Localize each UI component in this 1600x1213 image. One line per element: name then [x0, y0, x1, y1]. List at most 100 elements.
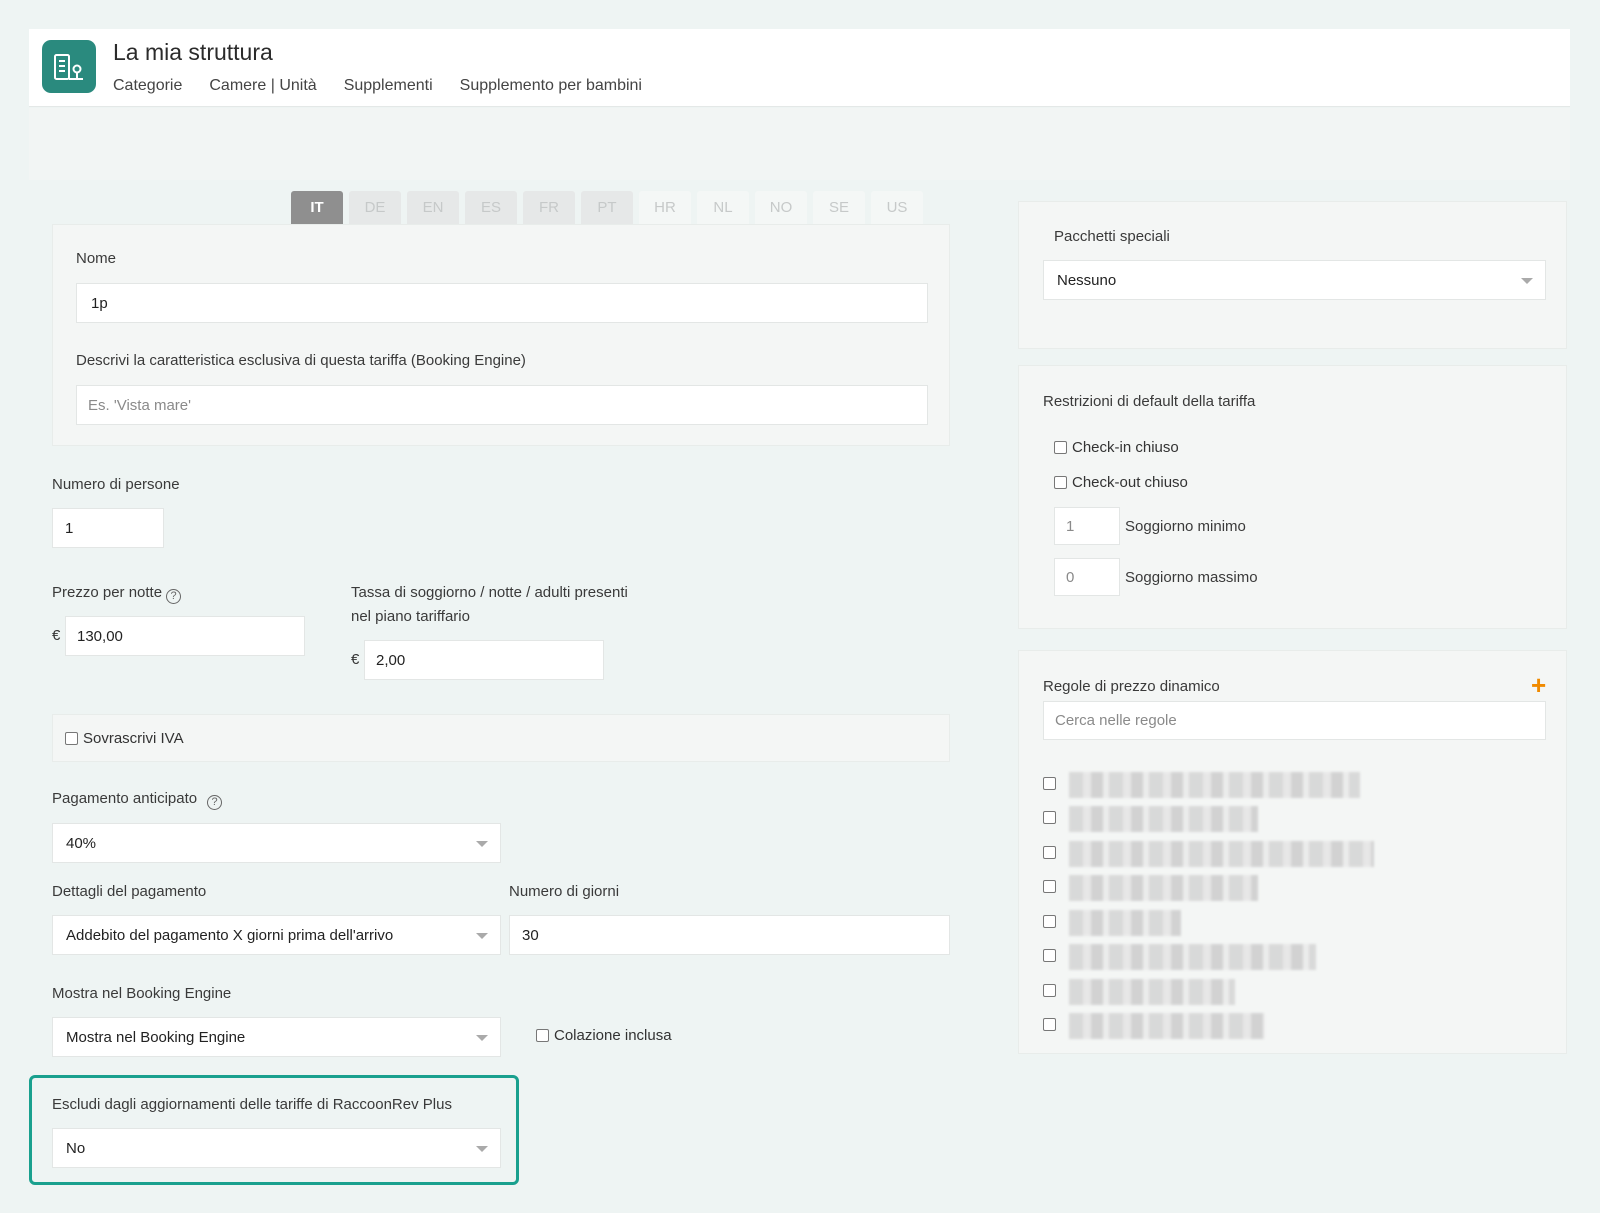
- giorni-input[interactable]: 30: [509, 915, 950, 955]
- regola-checkbox[interactable]: [1043, 949, 1056, 962]
- nav-camere-unita[interactable]: Camere | Unità: [209, 77, 316, 95]
- escludi-select[interactable]: No: [52, 1128, 501, 1168]
- tab-lang-es[interactable]: ES: [465, 191, 517, 224]
- regola-checkbox[interactable]: [1043, 915, 1056, 928]
- prezzo-label-wrap: Prezzo per notte?: [52, 584, 182, 604]
- tab-lang-us[interactable]: US: [871, 191, 923, 224]
- anticipo-select[interactable]: 40%: [52, 823, 501, 863]
- nav-categorie[interactable]: Categorie: [113, 77, 182, 95]
- language-tabs: IT DE EN ES FR PT HR NL NO SE US: [291, 191, 923, 224]
- mostra-label: Mostra nel Booking Engine: [52, 985, 232, 1002]
- tab-lang-se[interactable]: SE: [813, 191, 865, 224]
- escludi-value: No: [66, 1139, 86, 1157]
- nav-supplementi[interactable]: Supplementi: [344, 77, 433, 95]
- regola-checkbox[interactable]: [1043, 880, 1056, 893]
- translations-panel: Nome 1p Descrivi la caratteristica esclu…: [52, 224, 950, 446]
- escludi-label: Escludi dagli aggiornamenti delle tariff…: [52, 1096, 452, 1113]
- sub-toolbar: [29, 108, 1570, 180]
- tab-lang-pt[interactable]: PT: [581, 191, 633, 224]
- tassa-input[interactable]: 2,00: [364, 640, 604, 680]
- tab-lang-hr[interactable]: HR: [639, 191, 691, 224]
- restrizioni-panel: Restrizioni di default della tariffa Che…: [1018, 365, 1567, 629]
- tassa-label-1: Tassa di soggiorno / notte / adulti pres…: [351, 584, 628, 601]
- regola-checkbox[interactable]: [1043, 984, 1056, 997]
- page-header: La mia struttura Categorie Camere | Unit…: [29, 29, 1570, 107]
- soggiorno-max-label: Soggiorno massimo: [1125, 569, 1258, 586]
- chevron-down-icon: [476, 841, 488, 847]
- pacchetti-select[interactable]: Nessuno: [1043, 260, 1546, 300]
- building-icon: [42, 40, 96, 93]
- tab-lang-nl[interactable]: NL: [697, 191, 749, 224]
- anticipo-label: Pagamento anticipato: [52, 790, 198, 807]
- redacted-rule: [1069, 841, 1374, 867]
- tassa-label-2: nel piano tariffario: [351, 608, 470, 625]
- checkin-row: Check-in chiuso: [1054, 439, 1179, 456]
- tab-lang-it[interactable]: IT: [291, 191, 343, 224]
- colazione-checkbox[interactable]: [536, 1029, 549, 1042]
- checkout-checkbox[interactable]: [1054, 476, 1067, 489]
- tassa-currency: €: [351, 651, 360, 668]
- redacted-rule: [1069, 1013, 1265, 1039]
- pacchetti-label: Pacchetti speciali: [1054, 228, 1170, 245]
- redacted-rule: [1069, 910, 1181, 936]
- regole-panel: Regole di prezzo dinamico Cerca nelle re…: [1018, 650, 1567, 1054]
- regole-search-input[interactable]: Cerca nelle regole: [1043, 701, 1546, 740]
- tab-lang-en[interactable]: EN: [407, 191, 459, 224]
- tab-lang-no[interactable]: NO: [755, 191, 807, 224]
- iva-panel: Sovrascrivi IVA: [52, 714, 950, 762]
- pacchetti-panel: Pacchetti speciali Nessuno: [1018, 201, 1567, 349]
- iva-label: Sovrascrivi IVA: [83, 730, 184, 747]
- dettagli-label: Dettagli del pagamento: [52, 883, 207, 900]
- page-title: La mia struttura: [113, 39, 273, 65]
- chevron-down-icon: [1521, 278, 1533, 284]
- header-nav: Categorie Camere | Unità Supplementi Sup…: [113, 77, 642, 95]
- redacted-rule: [1069, 979, 1235, 1005]
- prezzo-currency: €: [52, 627, 61, 644]
- anticipo-value: 40%: [66, 834, 97, 852]
- prezzo-input[interactable]: 130,00: [65, 616, 305, 656]
- persone-input[interactable]: 1: [52, 508, 164, 548]
- soggiorno-min-label: Soggiorno minimo: [1125, 518, 1246, 535]
- checkin-checkbox[interactable]: [1054, 441, 1067, 454]
- dettagli-select[interactable]: Addebito del pagamento X giorni prima de…: [52, 915, 501, 955]
- chevron-down-icon: [476, 1146, 488, 1152]
- nav-supplemento-bambini[interactable]: Supplemento per bambini: [460, 77, 642, 95]
- soggiorno-max-input[interactable]: 0: [1054, 558, 1120, 596]
- chevron-down-icon: [476, 933, 488, 939]
- dettagli-value: Addebito del pagamento X giorni prima de…: [66, 926, 394, 944]
- restrizioni-label: Restrizioni di default della tariffa: [1043, 393, 1256, 410]
- soggiorno-min-input[interactable]: 1: [1054, 507, 1120, 545]
- redacted-rule: [1069, 772, 1360, 798]
- checkout-label: Check-out chiuso: [1072, 474, 1188, 491]
- giorni-label: Numero di giorni: [509, 883, 620, 900]
- nome-label: Nome: [76, 250, 117, 267]
- anticipo-label-wrap: Pagamento anticipato?: [52, 790, 223, 810]
- add-rule-plus-icon[interactable]: +: [1531, 672, 1546, 698]
- help-icon[interactable]: ?: [207, 794, 223, 810]
- tab-lang-de[interactable]: DE: [349, 191, 401, 224]
- regole-label: Regole di prezzo dinamico: [1043, 678, 1220, 695]
- iva-checkbox[interactable]: [65, 732, 78, 745]
- redacted-rule: [1069, 806, 1258, 832]
- descr-label: Descrivi la caratteristica esclusiva di …: [76, 352, 526, 369]
- nome-input[interactable]: 1p: [76, 283, 928, 323]
- redacted-rule: [1069, 944, 1316, 970]
- regola-checkbox[interactable]: [1043, 1018, 1056, 1031]
- redacted-rule: [1069, 875, 1258, 901]
- mostra-select[interactable]: Mostra nel Booking Engine: [52, 1017, 501, 1057]
- help-icon[interactable]: ?: [166, 588, 182, 604]
- colazione-row: Colazione inclusa: [536, 1027, 672, 1044]
- tab-lang-fr[interactable]: FR: [523, 191, 575, 224]
- descr-input[interactable]: Es. 'Vista mare': [76, 385, 928, 425]
- colazione-label: Colazione inclusa: [554, 1027, 672, 1044]
- prezzo-label: Prezzo per notte: [52, 584, 163, 601]
- checkout-row: Check-out chiuso: [1054, 474, 1188, 491]
- mostra-value: Mostra nel Booking Engine: [66, 1028, 246, 1046]
- chevron-down-icon: [476, 1035, 488, 1041]
- regola-checkbox[interactable]: [1043, 846, 1056, 859]
- pacchetti-value: Nessuno: [1057, 271, 1117, 289]
- regola-checkbox[interactable]: [1043, 777, 1056, 790]
- iva-row: Sovrascrivi IVA: [65, 730, 184, 747]
- checkin-label: Check-in chiuso: [1072, 439, 1179, 456]
- regola-checkbox[interactable]: [1043, 811, 1056, 824]
